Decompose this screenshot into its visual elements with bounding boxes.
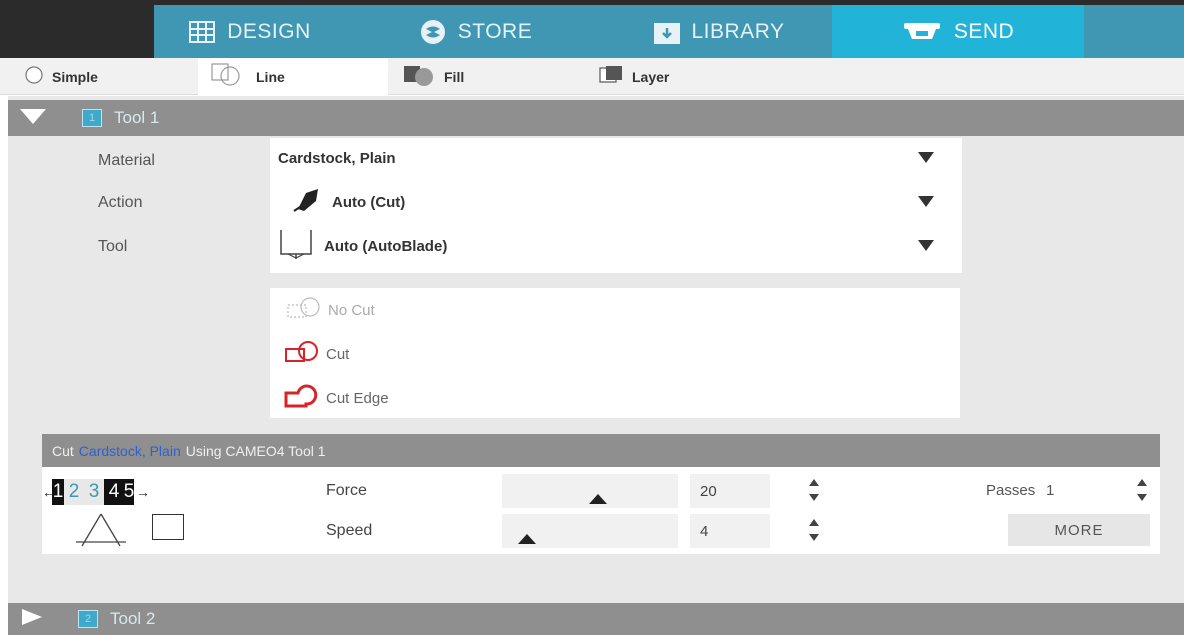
tab-store-label: STORE [457,19,533,43]
tab-library-label: LIBRARY [691,19,785,43]
tab-send-label: SEND [953,19,1015,43]
line-style-list: No Cut Cut Cut Edge [270,288,960,418]
depth-digit[interactable]: 2 [64,479,84,505]
tool-dropdown-icon[interactable] [918,240,934,251]
tab-design-label: DESIGN [227,19,311,43]
line-style-cut-edge[interactable]: Cut Edge [284,383,389,413]
send-icon [902,21,942,43]
force-slider[interactable] [502,474,678,508]
store-icon [420,19,446,45]
speed-label: Speed [326,522,373,539]
depth-right-arrow-icon[interactable]: → [136,484,150,500]
tab-store[interactable]: STORE [346,5,606,58]
passes-stepper-icon[interactable] [1136,479,1148,501]
force-label: Force [326,482,367,499]
line-style-cut-edge-label: Cut Edge [326,389,389,407]
fill-icon [402,64,436,89]
mode-line-label: Line [256,68,285,85]
depth-left-arrow-icon[interactable]: ← [42,484,56,500]
mode-layer-label: Layer [632,68,670,85]
mode-bar: Simple Line Fill Layer [0,58,1184,95]
tab-send[interactable]: SEND [832,5,1084,58]
material-value: Cardstock, Plain [278,149,396,167]
blade-depth-selector[interactable]: ← 1 2 3 4 5 → [42,479,150,505]
cut-header-suffix: Using CAMEO4 Tool 1 [185,442,326,459]
radio-icon [24,65,44,88]
library-icon [653,20,680,44]
cut-settings-panel: Cut Cardstock, Plain Using CAMEO4 Tool 1… [42,434,1160,554]
line-style-no-cut[interactable]: No Cut [284,295,375,325]
depth-digit[interactable]: 3 [84,479,104,505]
grid-icon [189,20,216,43]
mode-line[interactable]: Line [198,58,388,95]
autoblade-icon [278,228,314,264]
layer-icon [598,64,624,89]
cut-header-prefix: Cut [52,442,74,459]
speed-slider[interactable] [502,514,678,548]
depth-digit[interactable]: 1 [52,479,64,505]
mode-fill-label: Fill [444,68,465,85]
force-slider-thumb[interactable] [589,494,607,504]
material-select[interactable]: Cardstock, Plain [278,138,954,178]
material-dropdown-icon[interactable] [918,152,934,163]
top-nav: DESIGN STORE LIBRARY SEND [0,0,1184,58]
cut-edge-icon [284,383,322,413]
action-label: Action [98,194,143,211]
mode-simple[interactable]: Simple [24,58,194,95]
depth-digit-selected[interactable]: 4 [104,479,124,505]
depth-digit[interactable]: 5 [124,479,134,505]
tool-settings-box: Cardstock, Plain Auto (Cut) Auto (AutoBl… [270,138,962,273]
line-icon [210,62,248,91]
collapse-arrow-icon[interactable] [18,107,48,130]
cut-settings-header: Cut Cardstock, Plain Using CAMEO4 Tool 1 [42,434,1160,467]
tool2-number-badge: 2 [78,610,98,628]
speed-slider-thumb[interactable] [518,534,536,544]
speed-input[interactable]: 4 [690,514,770,548]
tab-design[interactable]: DESIGN [154,5,346,58]
action-dropdown-icon[interactable] [918,196,934,207]
color-swatch[interactable] [152,514,184,540]
tool2-header[interactable]: 2 Tool 2 [8,603,1184,635]
tool1-header[interactable]: 1 Tool 1 [8,100,1184,136]
cut-header-material[interactable]: Cardstock, Plain [79,443,181,459]
material-label: Material [98,152,155,169]
action-value: Auto (Cut) [332,193,406,211]
tool-value: Auto (AutoBlade) [324,237,448,255]
speed-stepper-icon[interactable] [808,519,820,541]
more-button[interactable]: MORE [1008,514,1150,546]
tool1-title: Tool 1 [114,108,160,127]
force-stepper-icon[interactable] [808,479,820,501]
passes-input[interactable]: 1 [1046,482,1086,499]
tool2-title: Tool 2 [110,609,156,628]
blade-angle-icon [74,512,128,555]
cut-icon [284,339,322,369]
tool1-number-badge: 1 [82,109,102,127]
tab-library[interactable]: LIBRARY [606,5,832,58]
mode-layer[interactable]: Layer [598,58,778,95]
nav-tabs: DESIGN STORE LIBRARY SEND [154,5,1184,58]
mode-simple-label: Simple [52,68,98,85]
send-panel: 1 Tool 1 Material Action Tool Cardstock,… [8,96,1184,635]
mode-fill[interactable]: Fill [402,58,582,95]
tool-select[interactable]: Auto (AutoBlade) [278,226,954,266]
blade-icon [292,187,322,217]
passes-label: Passes [986,482,1036,499]
tool-label: Tool [98,238,128,255]
action-select[interactable]: Auto (Cut) [278,182,954,222]
no-cut-icon [284,295,324,325]
expand-arrow-icon[interactable] [20,607,44,632]
line-style-cut[interactable]: Cut [284,339,349,369]
line-style-no-cut-label: No Cut [328,301,375,319]
force-input[interactable]: 20 [690,474,770,508]
line-style-cut-label: Cut [326,345,350,363]
